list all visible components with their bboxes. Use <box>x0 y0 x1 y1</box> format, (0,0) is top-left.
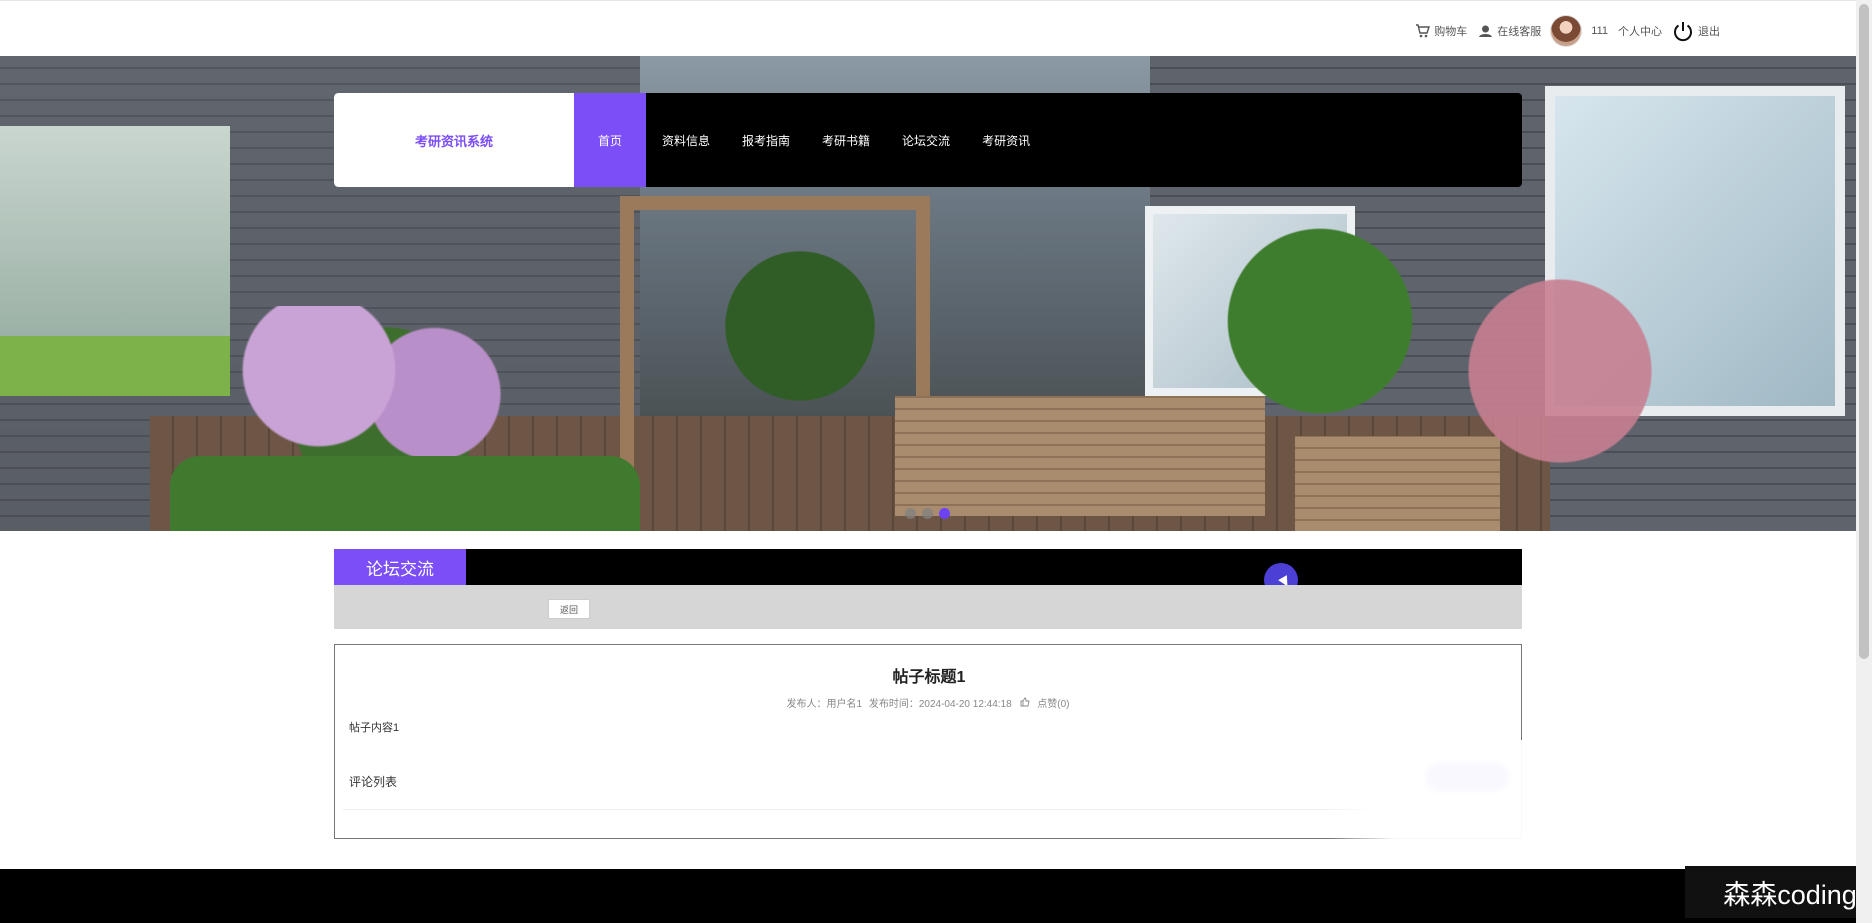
toolbar-strip: 返回 <box>334 585 1522 629</box>
service-label: 在线客服 <box>1497 26 1542 38</box>
banner-scene-hedge <box>170 456 640 531</box>
service-link[interactable]: 在线客服 <box>1477 23 1541 39</box>
page-scrollbar[interactable] <box>1856 0 1872 923</box>
carousel-indicators <box>905 508 950 519</box>
like-count: 点赞(0) <box>1037 699 1070 710</box>
back-button[interactable]: 返回 <box>548 599 590 619</box>
username: 111 <box>1591 25 1608 37</box>
divider <box>343 809 1513 810</box>
logout-label: 退出 <box>1698 26 1720 38</box>
post-meta: 发布人：用户名1 发布时间：2024-04-20 12:44:18 点赞(0) <box>335 695 1523 710</box>
nav-item-forum[interactable]: 论坛交流 <box>886 93 966 187</box>
carousel-dot-active[interactable] <box>939 508 950 519</box>
footer <box>0 869 1856 923</box>
cart-label: 购物车 <box>1434 26 1468 38</box>
watermark: 森森coding <box>1685 866 1872 918</box>
nav-item-exam-guide[interactable]: 报考指南 <box>726 93 806 187</box>
banner-scene-tree <box>1200 206 1440 436</box>
nav-item-books[interactable]: 考研书籍 <box>806 93 886 187</box>
post-detail: 帖子标题1 发布人：用户名1 发布时间：2024-04-20 12:44:18 … <box>334 644 1522 839</box>
nav-item-materials[interactable]: 资料信息 <box>646 93 726 187</box>
cart-icon <box>1414 23 1430 39</box>
like-button[interactable]: 点赞(0) <box>1018 697 1071 710</box>
post-title: 帖子标题1 <box>892 669 966 686</box>
power-icon <box>1672 20 1694 42</box>
post-content: 帖子内容1 <box>349 722 400 734</box>
user-links: 购物车 在线客服 111 个人中心 退出 <box>1414 13 1720 49</box>
main-nav: 考研资讯系统 首页 资料信息 报考指南 考研书籍 论坛交流 考研资讯 <box>334 93 1522 187</box>
comments-heading: 评论列表 <box>349 775 398 789</box>
carousel-dot[interactable] <box>922 508 933 519</box>
profile-link[interactable]: 个人中心 <box>1618 23 1662 39</box>
top-bar: 购物车 在线客服 111 个人中心 退出 <box>0 0 1872 57</box>
thumbs-up-icon <box>1020 697 1033 710</box>
banner-scene-lawn <box>0 336 230 396</box>
section-header: 论坛交流 <box>334 549 1522 585</box>
logout-link[interactable]: 退出 <box>1672 20 1720 42</box>
banner-scene-pergola <box>620 196 930 496</box>
add-comment-button[interactable] <box>1425 762 1509 792</box>
post-time: 发布时间：2024-04-20 12:44:18 <box>868 699 1012 710</box>
banner-scene-tree <box>1420 256 1700 486</box>
scrollbar-thumb[interactable] <box>1859 4 1869 659</box>
section-title: 论坛交流 <box>334 549 466 585</box>
customer-service-icon <box>1477 23 1493 39</box>
carousel-dot[interactable] <box>905 508 916 519</box>
site-brand[interactable]: 考研资讯系统 <box>334 93 574 187</box>
nav-item-news[interactable]: 考研资讯 <box>966 93 1046 187</box>
nav-item-home[interactable]: 首页 <box>574 93 646 187</box>
avatar[interactable] <box>1551 16 1582 46</box>
post-author: 发布人：用户名1 <box>786 699 863 710</box>
banner-scene-flowers <box>220 306 550 466</box>
cart-link[interactable]: 购物车 <box>1414 23 1467 39</box>
